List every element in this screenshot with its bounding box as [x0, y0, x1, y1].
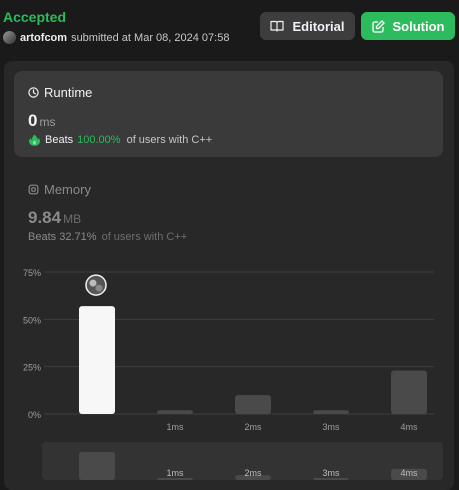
x-tick-label: 3ms [322, 422, 340, 432]
results-panel: Runtime 0 ms Beats 100.00% of users with … [4, 61, 454, 490]
book-icon [270, 20, 285, 32]
user-avatar-marker[interactable] [85, 274, 107, 296]
distribution-bar[interactable] [79, 306, 115, 414]
chart-range-scrubber[interactable]: 1ms 2ms 3ms 4ms [42, 442, 443, 480]
submitted-at-text: submitted at Mar 08, 2024 07:58 [71, 31, 230, 44]
solution-button[interactable]: Solution [361, 12, 455, 40]
distribution-bar[interactable] [391, 370, 427, 414]
distribution-bar[interactable] [235, 395, 271, 414]
solution-label: Solution [392, 18, 445, 34]
minimap-bar [79, 452, 115, 480]
y-tick-label: 75% [23, 268, 41, 278]
submitter-line: artofcom submitted at Mar 08, 2024 07:58 [3, 31, 229, 44]
y-tick-label: 0% [28, 410, 41, 420]
distribution-bar[interactable] [157, 410, 193, 414]
submission-status: Accepted [3, 9, 67, 25]
minimap-tick-label: 1ms [166, 468, 184, 478]
minimap-bar [313, 478, 349, 480]
edit-icon [371, 19, 385, 33]
y-tick-label: 25% [23, 363, 41, 373]
y-tick-label: 50% [23, 315, 41, 325]
avatar-marker-detail [95, 284, 103, 292]
x-tick-label: 4ms [400, 422, 418, 432]
minimap-tick-label: 3ms [322, 468, 340, 478]
x-tick-label: 2ms [244, 422, 262, 432]
submitter-username[interactable]: artofcom [20, 32, 67, 44]
minimap-tick-label: 2ms [244, 468, 262, 478]
x-tick-label: 1ms [166, 422, 184, 432]
scrubber-minimap: 1ms 2ms 3ms 4ms [79, 452, 427, 480]
distribution-bar[interactable] [313, 410, 349, 414]
minimap-tick-label: 4ms [400, 468, 418, 478]
editorial-label: Editorial [292, 18, 345, 34]
minimap-bar [157, 478, 193, 480]
runtime-distribution-chart: 0% 25% 50% 75% 1ms 2ms 3ms 4ms [23, 268, 434, 432]
editorial-button[interactable]: Editorial [260, 12, 355, 40]
submission-header: Accepted artofcom submitted at Mar 08, 2… [0, 0, 459, 60]
avatar[interactable] [3, 31, 16, 44]
avatar-marker-detail [89, 279, 97, 287]
